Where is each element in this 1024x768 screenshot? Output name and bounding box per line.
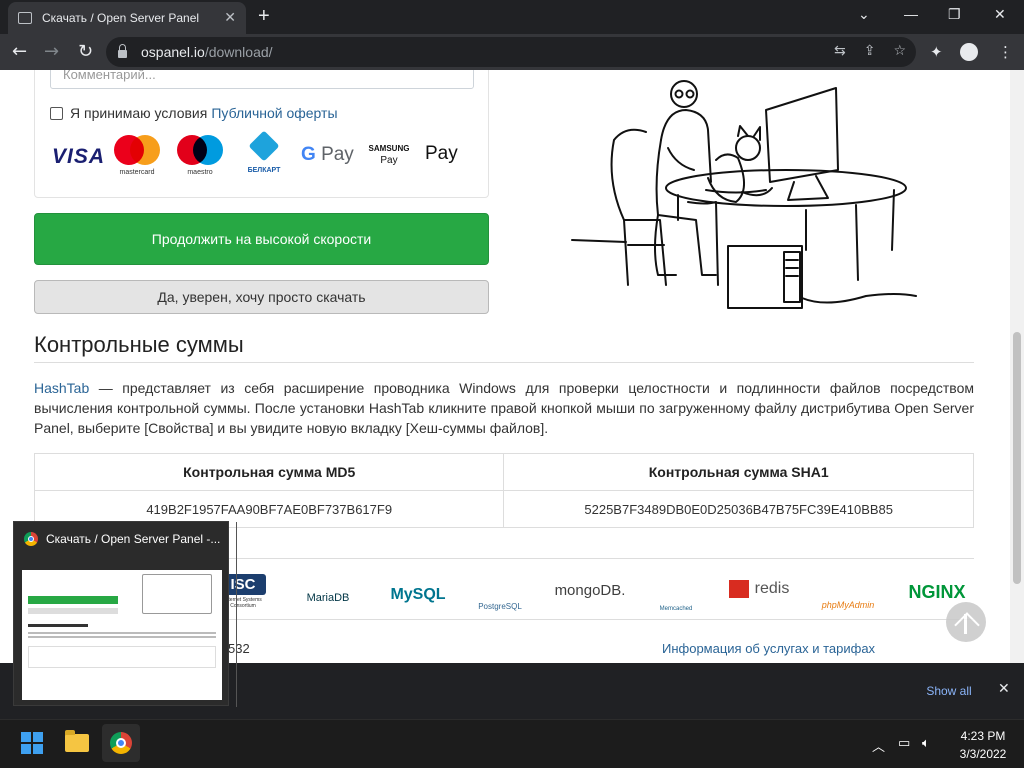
google-pay-logo: G Pay [301,144,354,165]
mysql-logo: MySQL [390,586,446,603]
checksums-heading: Контрольные суммы [34,332,244,357]
samsung-pay-logo: SAMSUNG Pay [368,144,410,166]
preview-thumbnail [22,570,222,700]
tab-search-icon[interactable]: ⌄ [858,6,870,23]
clock-time: 4:23 PM [960,729,1006,743]
reload-icon[interactable]: ↻ [78,41,93,62]
phpmyadmin-logo: phpMyAdmin [821,600,875,610]
footer-text: 532 [228,641,250,656]
chrome-taskbar-button[interactable] [102,724,140,762]
sha1-value: 5225B7F3489DB0E0D25036B47B75FC39E410BB85 [503,490,974,528]
close-tab-icon[interactable]: ✕ [224,10,236,26]
tab-title: Скачать / Open Server Panel [42,11,200,25]
technology-logos: ISC Internet Systems Consortium MariaDB … [210,570,990,620]
chrome-icon [24,532,38,546]
share-icon[interactable]: ⇪ [864,43,876,59]
sha1-header: Контрольная сумма SHA1 [503,453,974,491]
postgresql-logo: PostgreSQL [478,602,522,611]
translate-icon[interactable]: ⇆ [834,43,846,59]
mariadb-logo: MariaDB [306,592,350,604]
services-info-link[interactable]: Информация об услугах и тарифах [662,641,875,656]
slow-download-button[interactable]: Да, уверен, хочу просто скачать [34,280,489,314]
description-text: — представляет из себя расширение провод… [34,380,974,436]
belkart-logo: БЕЛКАРТ [247,130,281,179]
mongodb-logo: mongoDB. [554,582,626,599]
heading-divider [34,362,974,363]
checksums-table: Контрольная сумма MD5 Контрольная сумма … [33,453,974,528]
chrome-icon [110,732,132,754]
browser-titlebar: Скачать / Open Server Panel ✕ + ⌄ — ❐ ✕ [0,0,1024,34]
browser-toolbar: ← → ↻ ospanel.io /download/ ⇆ ⇪ ☆ ✦ ⋮ [0,34,1024,70]
windows-taskbar [0,719,1024,768]
md5-header: Контрольная сумма MD5 [33,453,505,491]
offer-agreement[interactable]: Я принимаю условия Публичной оферты [50,105,338,121]
order-form-card: Комментарий... Я принимаю условия Публич… [34,70,489,198]
payment-logos: VISA mastercard maestro БЕЛКАРТ G Pay SA… [50,130,475,181]
bookmark-star-icon[interactable]: ☆ [893,43,906,59]
redis-logo: redis [722,570,796,616]
scrollbar-thumb[interactable] [1013,332,1021,584]
maestro-logo: maestro [177,135,223,179]
new-tab-icon[interactable]: + [258,5,270,28]
close-window-icon[interactable]: ✕ [994,6,1006,23]
checksums-description: HashTab — представляет из себя расширени… [34,378,974,438]
comment-field[interactable]: Комментарий... [50,70,474,89]
chevron-up-icon[interactable]: ︿ [872,736,885,755]
address-bar[interactable]: ospanel.io /download/ ⇆ ⇪ ☆ [106,37,916,67]
url-host: ospanel.io [141,44,205,60]
profile-avatar[interactable] [960,43,978,61]
close-download-bar-icon[interactable]: ✕ [998,681,1010,697]
extensions-icon[interactable]: ✦ [930,43,943,61]
public-offer-link[interactable]: Публичной оферты [211,105,337,121]
menu-icon[interactable]: ⋮ [998,43,1013,61]
start-button[interactable] [13,724,51,762]
minimize-icon[interactable]: — [904,6,918,22]
table-header-row: Контрольная сумма MD5 Контрольная сумма … [33,453,974,491]
memcached-logo: Memcached [659,606,693,612]
apple-pay-logo: Pay [425,143,458,164]
lock-icon[interactable] [118,44,127,58]
simons-cat-illustration [571,80,917,309]
windows-icon [21,732,43,754]
fast-download-button[interactable]: Продолжить на высокой скорости [34,213,489,265]
preview-title: Скачать / Open Server Panel -... [46,532,221,546]
page-scrollbar[interactable] [1010,70,1024,663]
display-icon[interactable]: ▭ [898,736,910,751]
system-clock[interactable]: 4:23 PM 3/3/2022 [950,727,1016,763]
back-icon[interactable]: ← [12,41,27,62]
taskbar-window-preview[interactable]: Скачать / Open Server Panel -... [13,521,237,707]
clock-date: 3/3/2022 [959,747,1007,761]
forward-icon[interactable]: → [44,41,59,62]
mastercard-logo: mastercard [114,135,160,179]
show-all-button[interactable]: Show all [912,678,986,704]
browser-tab[interactable]: Скачать / Open Server Panel ✕ [8,2,246,34]
file-explorer-button[interactable] [58,724,96,762]
folder-icon [65,730,89,752]
volume-icon[interactable]: 🔈︎ [922,736,930,751]
visa-logo: VISA [52,145,106,168]
agree-checkbox[interactable] [50,106,63,120]
agree-text: Я принимаю условия [70,105,208,121]
scroll-to-top-button[interactable] [946,602,986,642]
restore-icon[interactable]: ❐ [948,6,961,23]
hashtab-link[interactable]: HashTab [34,380,89,396]
page-icon [18,12,32,24]
url-path: /download/ [204,44,273,60]
